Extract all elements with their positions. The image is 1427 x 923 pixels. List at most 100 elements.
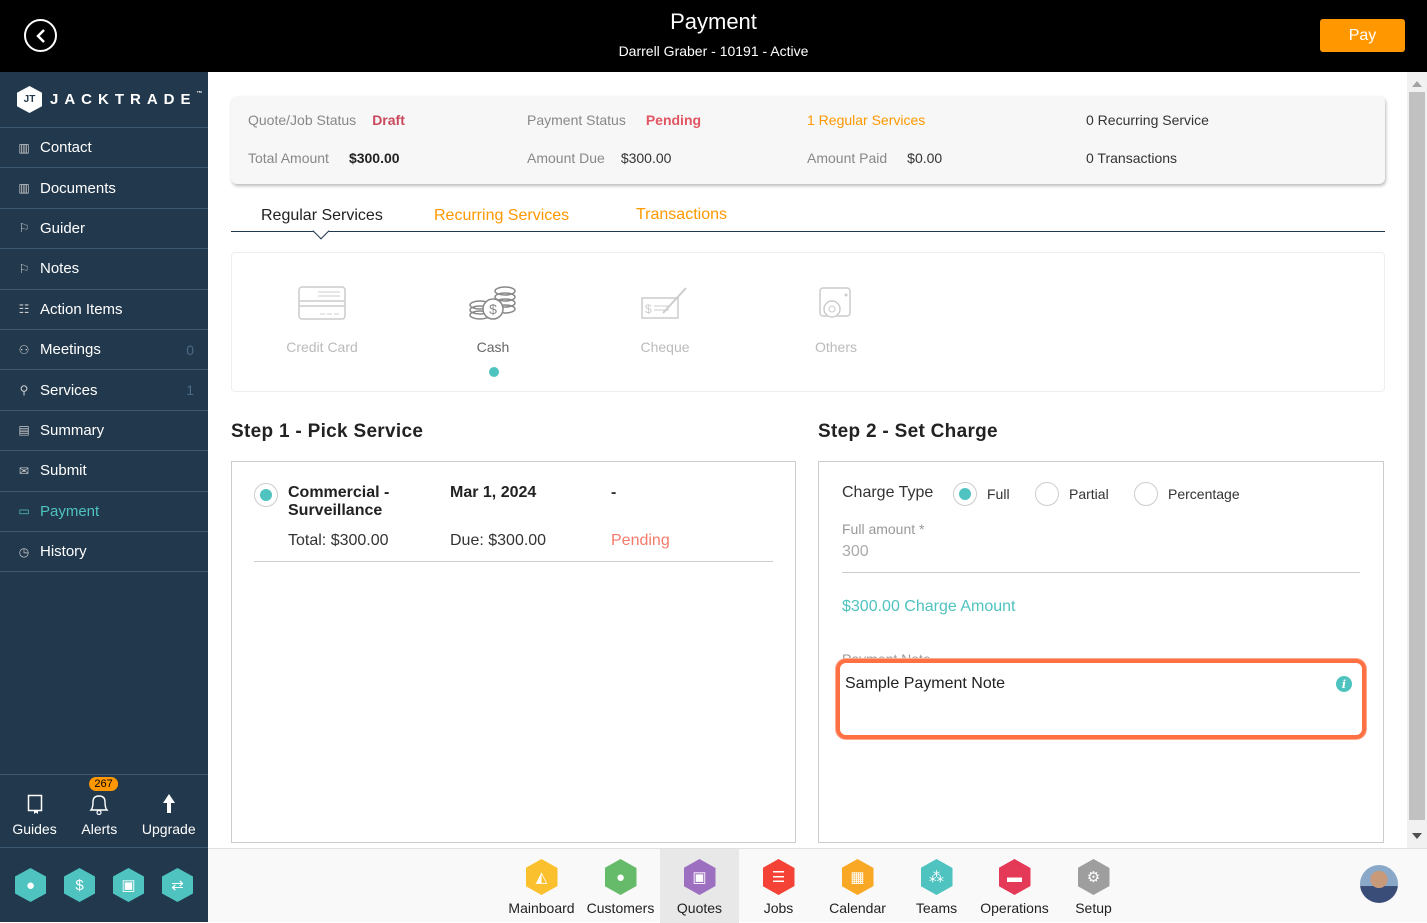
sidebar-item-notes[interactable]: ⚐ Notes xyxy=(0,249,208,290)
quick-payment-button[interactable]: $ xyxy=(64,868,95,902)
sidebar-item-label: Action Items xyxy=(40,300,123,318)
partial-radio[interactable] xyxy=(1035,482,1059,506)
sidebar-item-label: Summary xyxy=(40,421,105,439)
method-cheque[interactable]: $ Cheque xyxy=(605,283,725,355)
selected-method-indicator xyxy=(489,367,499,377)
sidebar-item-label: Contact xyxy=(40,139,92,157)
step2-title: Step 2 - Set Charge xyxy=(818,421,998,442)
charge-type-percentage[interactable]: Percentage xyxy=(1134,482,1240,506)
sidebar-item-meetings[interactable]: ⚇ Meetings 0 xyxy=(0,330,208,371)
service-total: Total: $300.00 xyxy=(288,532,389,549)
sidebar: JT JACKTRADE™ ▥ Contact ▥ Documents ⚐ Guide… xyxy=(0,72,208,922)
tool-label: Upgrade xyxy=(141,821,196,837)
payment-status-label: Payment Status xyxy=(527,112,626,128)
service-status: Pending xyxy=(611,532,670,549)
app-mainboard[interactable]: ◭ Mainboard xyxy=(502,849,581,923)
person-icon: ● xyxy=(604,859,637,895)
sidebar-item-label: Meetings xyxy=(40,341,101,359)
sidebar-item-payment[interactable]: ▭ Payment xyxy=(0,492,208,532)
sidebar-item-label: Services xyxy=(40,381,98,399)
full-radio[interactable] xyxy=(953,482,977,506)
guides-button[interactable]: Guides xyxy=(12,791,57,837)
service-radio[interactable] xyxy=(254,483,278,507)
sidebar-item-history[interactable]: ◷ History xyxy=(0,532,208,573)
sidebar-item-submit[interactable]: ✉ Submit xyxy=(0,451,208,492)
wallet-icon xyxy=(776,283,896,323)
svg-text:$: $ xyxy=(645,302,652,316)
quick-quote-button[interactable]: ▣ xyxy=(113,868,144,902)
scroll-up-arrow-icon[interactable] xyxy=(1412,81,1422,87)
sidebar-tools: Guides 267 Alerts Upgrade xyxy=(0,774,208,848)
app-jobs[interactable]: ☰ Jobs xyxy=(739,849,818,923)
upgrade-button[interactable]: Upgrade xyxy=(142,791,196,837)
sidebar-item-summary[interactable]: ▤ Summary xyxy=(0,411,208,452)
services-count: 1 xyxy=(186,382,194,399)
percentage-radio[interactable] xyxy=(1134,482,1158,506)
option-label: Percentage xyxy=(1168,486,1240,502)
bell-icon xyxy=(86,791,112,817)
service-extra: - xyxy=(611,484,617,501)
trademark: ™ xyxy=(196,91,203,97)
app-teams[interactable]: ⁂ Teams xyxy=(897,849,976,923)
tab-transactions[interactable]: Transactions xyxy=(636,206,727,224)
app-quotes[interactable]: ▣ Quotes xyxy=(660,849,739,923)
sidebar-item-services[interactable]: ⚲ Services 1 xyxy=(0,370,208,411)
scrollbar[interactable] xyxy=(1407,72,1427,848)
step2-box: Charge Type Full Partial Percentage Full… xyxy=(818,461,1384,843)
sidebar-item-guider[interactable]: ⚐ Guider xyxy=(0,209,208,250)
method-cash[interactable]: $ Cash xyxy=(433,283,553,355)
transactions-count: 0 Transactions xyxy=(1086,150,1178,166)
user-avatar[interactable] xyxy=(1360,865,1398,903)
logo: JT JACKTRADE™ xyxy=(0,72,208,128)
summary-card: Quote/Job Status Draft Payment Status Pend… xyxy=(231,96,1385,184)
gear-icon: ⚙ xyxy=(1077,859,1110,895)
svg-text:$: $ xyxy=(489,301,497,317)
tab-regular-services[interactable]: Regular Services xyxy=(261,207,383,225)
alerts-button[interactable]: 267 Alerts xyxy=(81,777,118,837)
regular-services-link[interactable]: 1 Regular Services xyxy=(807,112,925,128)
charge-type-partial[interactable]: Partial xyxy=(1035,482,1109,506)
method-credit-card[interactable]: Credit Card xyxy=(262,283,382,355)
scrollbar-thumb[interactable] xyxy=(1409,92,1425,820)
charge-type-label: Charge Type xyxy=(842,484,934,501)
quick-contact-button[interactable]: ● xyxy=(15,868,46,902)
sidebar-item-action-items[interactable]: ☷ Action Items xyxy=(0,290,208,330)
quick-workflow-button[interactable]: ⇄ xyxy=(162,868,193,902)
person-icon: ● xyxy=(25,876,36,894)
app-label: Setup xyxy=(1075,900,1112,916)
quote-status-value: Draft xyxy=(372,112,405,128)
tab-recurring-services[interactable]: Recurring Services xyxy=(434,207,569,225)
quote-status-label: Quote/Job Status xyxy=(248,112,357,128)
pay-button[interactable]: Pay xyxy=(1320,19,1405,52)
active-tab-indicator xyxy=(312,222,330,240)
full-amount-input[interactable]: 300 xyxy=(842,543,869,561)
tool-label: Alerts xyxy=(81,821,118,837)
contact-book-icon: ▥ xyxy=(18,140,30,155)
history-icon: ◷ xyxy=(18,544,30,559)
info-icon[interactable]: i xyxy=(1336,676,1352,692)
total-amount-label: Total Amount xyxy=(248,150,329,166)
sidebar-item-documents[interactable]: ▥ Documents xyxy=(0,168,208,209)
signpost-icon: ⚐ xyxy=(18,221,30,236)
full-amount-label: Full amount * xyxy=(842,521,925,537)
option-label: Partial xyxy=(1069,486,1109,502)
sidebar-item-label: Notes xyxy=(40,260,80,278)
method-others[interactable]: Others xyxy=(776,283,896,355)
app-label: Customers xyxy=(586,900,655,916)
payment-note-input[interactable]: Sample Payment Note i xyxy=(836,659,1366,739)
payment-note-value: Sample Payment Note xyxy=(845,675,1006,692)
app-calendar[interactable]: ▦ Calendar xyxy=(818,849,897,923)
page-title: Payment xyxy=(670,9,757,34)
app-customers[interactable]: ● Customers xyxy=(581,849,660,923)
app-label: Jobs xyxy=(763,900,794,916)
app-operations[interactable]: ▬ Operations xyxy=(975,849,1054,923)
method-label: Credit Card xyxy=(286,339,358,355)
charge-type-full[interactable]: Full xyxy=(953,482,1010,506)
app-setup[interactable]: ⚙ Setup xyxy=(1054,849,1133,923)
sidebar-item-contact[interactable]: ▥ Contact xyxy=(0,128,208,169)
book-icon xyxy=(27,791,43,817)
input-underline xyxy=(842,572,1360,573)
option-label: Full xyxy=(987,486,1010,502)
scroll-down-arrow-icon[interactable] xyxy=(1412,833,1422,839)
sidebar-item-label: History xyxy=(40,543,87,561)
